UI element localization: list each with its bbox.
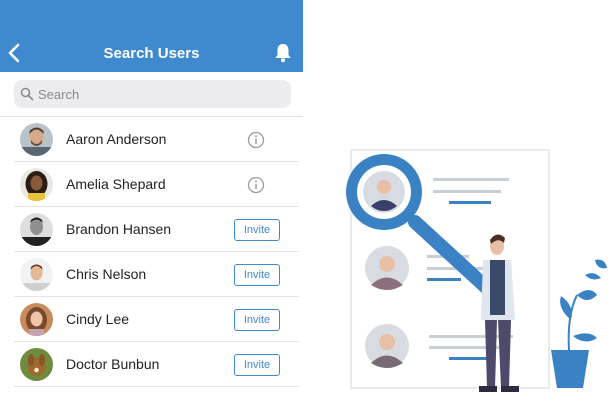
invite-button[interactable]: Invite (234, 354, 280, 376)
user-row[interactable]: Cindy Lee Invite (14, 297, 299, 342)
avatar (20, 123, 53, 156)
info-icon (247, 131, 265, 149)
notifications-button[interactable] (273, 42, 293, 64)
avatar (20, 258, 53, 291)
user-row[interactable]: Chris Nelson Invite (14, 252, 299, 297)
user-row[interactable]: Brandon Hansen Invite (14, 207, 299, 252)
user-row[interactable]: Doctor Bunbun Invite (14, 342, 299, 387)
user-row[interactable]: Aaron Anderson (14, 117, 299, 162)
user-name: Chris Nelson (66, 266, 147, 282)
user-search-illustration (305, 110, 610, 406)
user-name: Aaron Anderson (66, 131, 167, 147)
info-icon (247, 176, 265, 194)
user-name: Doctor Bunbun (66, 356, 160, 372)
search-bar[interactable] (14, 80, 291, 108)
avatar (20, 348, 53, 381)
user-name: Cindy Lee (66, 311, 130, 327)
invite-button[interactable]: Invite (234, 309, 280, 331)
invite-button[interactable]: Invite (234, 264, 280, 286)
avatar (20, 303, 53, 336)
user-name: Brandon Hansen (66, 221, 172, 237)
info-button[interactable] (247, 176, 265, 194)
nav-bar: Search Users (0, 0, 303, 72)
search-icon (20, 87, 34, 101)
search-input[interactable] (38, 80, 286, 108)
info-button[interactable] (247, 131, 265, 149)
avatar (20, 213, 53, 246)
user-row[interactable]: Amelia Shepard (14, 162, 299, 207)
bell-icon (275, 44, 291, 63)
page-title: Search Users (103, 45, 200, 62)
search-users-screen: Search Users Aaron Anderson (0, 0, 303, 406)
avatar (20, 168, 53, 201)
invite-button[interactable]: Invite (234, 219, 280, 241)
user-name: Amelia Shepard (66, 176, 166, 192)
